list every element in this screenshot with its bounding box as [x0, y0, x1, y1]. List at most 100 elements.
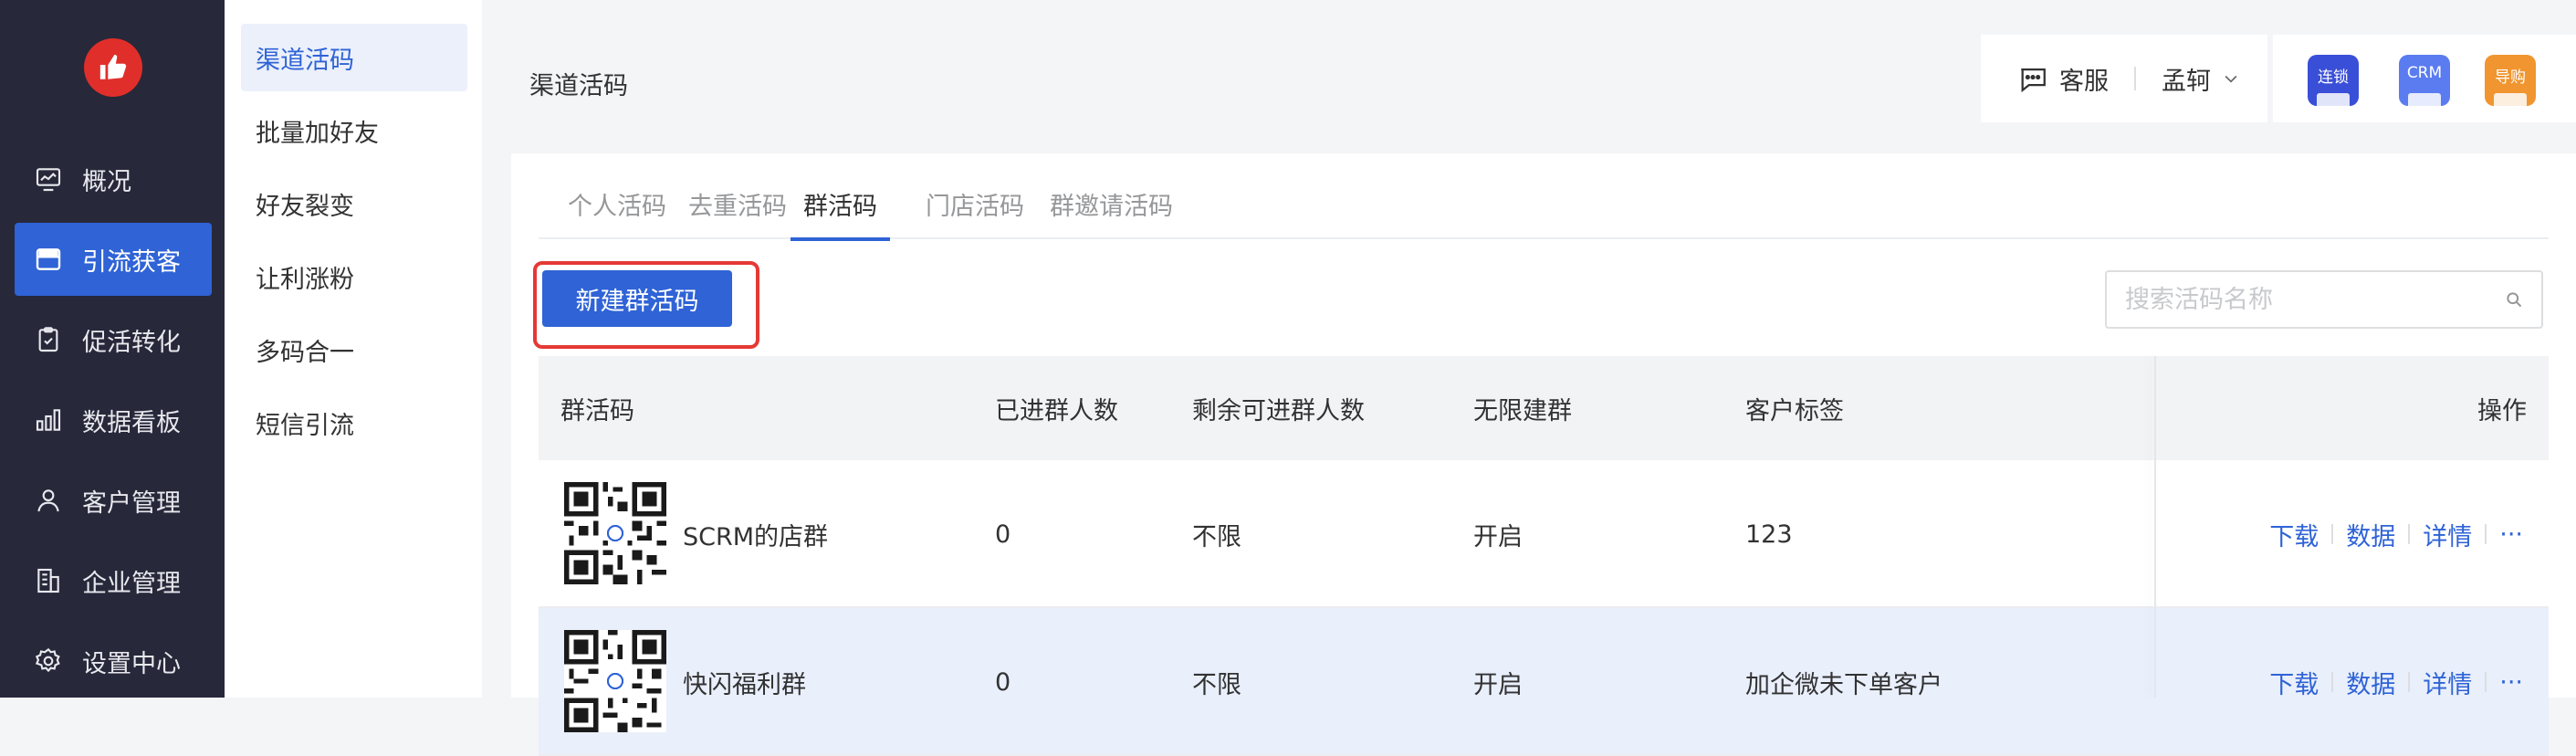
- tab-personal-code[interactable]: 个人活码: [568, 186, 666, 237]
- data-link[interactable]: 数据: [2346, 665, 2395, 700]
- row-actions: 下载 数据 详情 ···: [2269, 608, 2523, 756]
- submenu-label: 让利涨粉: [256, 265, 354, 294]
- app-shopping-guide[interactable]: 导购: [2485, 55, 2536, 106]
- chevron-down-icon[interactable]: [2222, 69, 2240, 88]
- nav-label: 促活转化: [82, 328, 181, 357]
- create-group-code-button[interactable]: 新建群活码: [542, 270, 732, 327]
- content-card: 个人活码 去重活码 群活码 门店活码 群邀请活码 新建群活码 群活码 已进群人数…: [511, 153, 2576, 756]
- submenu-item-friend-fission[interactable]: 好友裂变: [241, 170, 467, 237]
- details-link[interactable]: 详情: [2423, 517, 2472, 552]
- nav-label: 引流获客: [82, 247, 181, 277]
- app-label: 导购: [2495, 68, 2526, 87]
- nav-label: 数据看板: [82, 408, 181, 437]
- submenu-label: 多码合一: [256, 338, 354, 367]
- page-title: 渠道活码: [529, 72, 628, 100]
- nav-label: 设置中心: [82, 649, 181, 678]
- data-link[interactable]: 数据: [2346, 517, 2395, 552]
- more-actions-button[interactable]: ···: [2499, 520, 2523, 549]
- submenu-item-multi-code[interactable]: 多码合一: [241, 316, 467, 383]
- divider: [2408, 672, 2411, 692]
- submenu-label: 好友裂变: [256, 192, 354, 221]
- tab-bar: 个人活码 去重活码 群活码 门店活码 群邀请活码: [539, 179, 2549, 241]
- main-sidebar: 概况 引流获客 促活转化 数据看板 客户管理 企业管理 设置中心: [0, 0, 225, 698]
- unlimited-status: 开启: [1473, 522, 1523, 551]
- column-header: 操作: [2477, 396, 2527, 425]
- table-header: 群活码 已进群人数 剩余可进群人数 无限建群 客户标签 操作: [539, 356, 2549, 460]
- details-link[interactable]: 详情: [2423, 665, 2472, 700]
- divider: [2485, 524, 2487, 544]
- qr-code-icon[interactable]: [564, 630, 666, 732]
- table-row: 快闪福利群 0 不限 开启 加企微未下单客户 下载 数据 详情 ···: [539, 608, 2549, 756]
- submenu-item-channel-code[interactable]: 渠道活码: [241, 24, 467, 91]
- thumbs-up-logo-icon[interactable]: [84, 38, 142, 97]
- group-code-name: 快闪福利群: [683, 670, 806, 699]
- building-icon: [33, 565, 64, 596]
- remaining-count: 不限: [1192, 670, 1241, 699]
- app-label: CRM: [2406, 64, 2443, 82]
- search-icon[interactable]: [2505, 290, 2523, 309]
- customer-tags: 加企微未下单客户: [1745, 670, 1942, 699]
- user-icon: [33, 485, 64, 516]
- nav-item-customers[interactable]: 客户管理: [15, 464, 212, 537]
- search-box: [2105, 270, 2543, 329]
- dashboard-icon: [33, 163, 64, 194]
- header-user-bar: 客服 孟轲: [1981, 35, 2267, 122]
- secondary-menu: 渠道活码 批量加好友 好友裂变 让利涨粉 多码合一 短信引流: [225, 0, 482, 698]
- download-link[interactable]: 下载: [2269, 517, 2319, 552]
- storefront-icon: [33, 244, 64, 275]
- tab-dedup-code[interactable]: 去重活码: [688, 186, 787, 237]
- user-name-dropdown[interactable]: 孟轲: [2162, 61, 2211, 97]
- nav-item-conversion[interactable]: 促活转化: [15, 303, 212, 376]
- submenu-item-batch-add-friends[interactable]: 批量加好友: [241, 97, 467, 164]
- submenu-label: 渠道活码: [256, 46, 354, 75]
- tab-group-code[interactable]: 群活码: [791, 186, 890, 241]
- divider: [2408, 524, 2411, 544]
- column-header: 无限建群: [1473, 396, 1572, 425]
- submenu-item-sms-traffic[interactable]: 短信引流: [241, 389, 467, 457]
- app-label: 连锁: [2318, 68, 2349, 87]
- group-code-name: SCRM的店群: [683, 522, 829, 551]
- fixed-column-shadow: [2154, 356, 2156, 698]
- column-header: 剩余可进群人数: [1192, 396, 1365, 425]
- highlight-box: 新建群活码: [533, 261, 759, 349]
- chat-icon[interactable]: [2017, 63, 2048, 94]
- tab-store-code[interactable]: 门店活码: [926, 186, 1024, 237]
- gear-icon: [33, 646, 64, 677]
- divider: [2134, 67, 2136, 90]
- submenu-item-discount-growth[interactable]: 让利涨粉: [241, 243, 467, 310]
- nav-label: 概况: [82, 167, 131, 196]
- nav-item-enterprise[interactable]: 企业管理: [15, 544, 212, 617]
- bar-chart-icon: [33, 404, 64, 436]
- more-actions-button[interactable]: ···: [2499, 668, 2523, 697]
- nav-item-settings[interactable]: 设置中心: [15, 625, 212, 698]
- nav-item-data-board[interactable]: 数据看板: [15, 383, 212, 457]
- tab-group-invite-code[interactable]: 群邀请活码: [1050, 186, 1173, 237]
- unlimited-status: 开启: [1473, 670, 1523, 699]
- column-header: 群活码: [560, 396, 634, 425]
- nav-label: 客户管理: [82, 488, 181, 518]
- divider: [2331, 672, 2334, 692]
- search-input[interactable]: [2125, 285, 2505, 314]
- qr-code-icon[interactable]: [564, 482, 666, 584]
- nav-item-acquisition[interactable]: 引流获客: [15, 223, 212, 296]
- submenu-label: 短信引流: [256, 411, 354, 440]
- column-header: 客户标签: [1745, 396, 1844, 425]
- nav-label: 企业管理: [82, 569, 181, 598]
- row-actions: 下载 数据 详情 ···: [2269, 460, 2523, 608]
- table-row: SCRM的店群 0 不限 开启 123 下载 数据 详情 ···: [539, 460, 2549, 608]
- app-chain-store[interactable]: 连锁: [2308, 55, 2359, 106]
- divider: [2485, 672, 2487, 692]
- remaining-count: 不限: [1192, 522, 1241, 551]
- app-crm[interactable]: CRM: [2399, 55, 2450, 106]
- submenu-label: 批量加好友: [256, 119, 379, 148]
- joined-count: 0: [995, 520, 1011, 549]
- divider: [2331, 524, 2334, 544]
- joined-count: 0: [995, 667, 1011, 697]
- customer-tags: 123: [1745, 520, 1793, 549]
- clipboard-icon: [33, 324, 64, 355]
- app-switcher: 连锁 CRM 导购: [2273, 35, 2576, 122]
- nav-item-overview[interactable]: 概况: [15, 142, 212, 215]
- customer-service-link[interactable]: 客服: [2059, 61, 2109, 97]
- download-link[interactable]: 下载: [2269, 665, 2319, 700]
- column-header: 已进群人数: [995, 396, 1118, 425]
